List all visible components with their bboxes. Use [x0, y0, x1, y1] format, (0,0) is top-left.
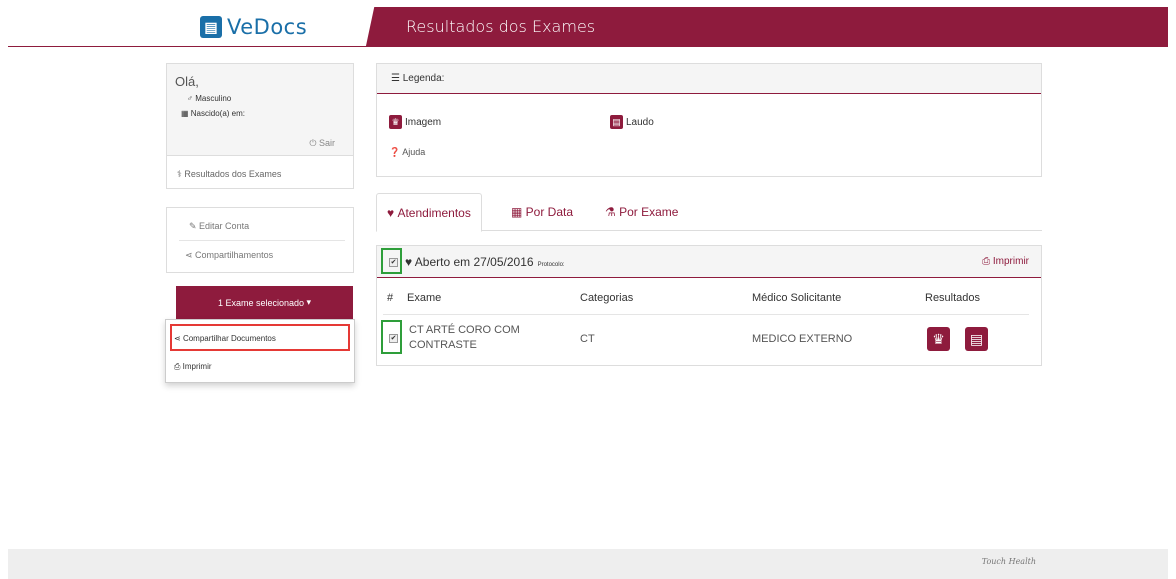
page-title: Resultados dos Exames	[406, 17, 596, 36]
selected-exams-button[interactable]: 1 Exame selecionado ▾	[176, 286, 353, 319]
shares-label: Compartilhamentos	[195, 250, 274, 260]
print-option[interactable]: ⎙ Imprimir	[174, 362, 212, 372]
account-panel: ✎ Editar Conta ⋖ Compartilhamentos	[166, 207, 354, 273]
logo-text: VeDocs	[227, 15, 308, 39]
legend-image: ♛ Imagem	[389, 115, 441, 129]
edit-account-label: Editar Conta	[199, 221, 250, 231]
report-icon: ▤	[969, 331, 984, 347]
legend-report-label: Laudo	[626, 116, 654, 128]
birth-label: ▦ Nascido(a) em:	[181, 109, 245, 118]
share-icon: ⋖	[185, 250, 196, 260]
tab-bar: ♥ Atendimentos ▦ Por Data ⚗ Por Exame	[376, 193, 1042, 232]
report-icon: ▤	[610, 115, 623, 129]
caret-down-icon: ▾	[306, 297, 312, 307]
logout-label: Sair	[318, 138, 335, 148]
heart-icon: ♥	[387, 205, 398, 220]
help-label: Ajuda	[402, 147, 426, 157]
footer: Touch Health	[8, 549, 1168, 579]
legend-image-label: Imagem	[405, 116, 442, 128]
tab-por-exame-label: Por Exame	[619, 205, 679, 219]
brand-logo: Touch Health	[981, 557, 1036, 566]
print-icon: ⎙	[174, 362, 183, 371]
heartbeat-icon: ♥	[405, 255, 415, 269]
birth-text: Nascido(a) em:	[190, 109, 246, 118]
tab-por-exame[interactable]: ⚗ Por Exame	[595, 193, 688, 231]
print-icon: ⎙	[982, 256, 993, 267]
help-icon: ❓	[389, 147, 403, 157]
results-link-label: Resultados dos Exames	[184, 169, 282, 179]
row-divider	[383, 314, 1029, 315]
exam-name-line2: CONTRASTE	[409, 339, 477, 351]
gender-text: Masculino	[195, 94, 232, 103]
crown-image-icon: ♛	[932, 331, 945, 347]
calendar-icon: ▦	[181, 109, 191, 118]
opened-date: Aberto em 27/05/2016	[414, 255, 534, 269]
crown-image-icon: ♛	[389, 115, 402, 129]
legend-title-text: Legenda:	[402, 73, 445, 84]
tab-atendimentos-label: Atendimentos	[397, 205, 471, 220]
logo[interactable]: ▤ VeDocs	[200, 15, 307, 39]
appointment-header: ✔ ♥ Aberto em 27/05/2016 Protocolo: ⎙ Imp…	[377, 246, 1041, 278]
calendar-icon: ▦	[511, 205, 526, 219]
edit-icon: ✎	[189, 221, 200, 231]
col-index: #	[387, 292, 394, 304]
logout-button[interactable]: ⏻ Sair	[309, 138, 335, 149]
app-header: ▤ VeDocs Resultados dos Exames	[8, 7, 1168, 47]
col-exam: Exame	[407, 292, 442, 304]
print-option-label: Imprimir	[182, 362, 212, 371]
appointment-opened: ♥ Aberto em 27/05/2016 Protocolo:	[405, 255, 565, 269]
greeting: Olá,	[175, 74, 199, 89]
legend-header: ☰ Legenda:	[377, 64, 1041, 94]
tab-por-data[interactable]: ▦ Por Data	[501, 193, 583, 231]
exam-name: CT ARTÉ CORO COM CONTRASTE	[409, 323, 520, 353]
gender-label: ♂ Masculino	[187, 94, 231, 103]
report-result-button[interactable]: ▤	[965, 327, 988, 351]
highlight-box-row	[381, 320, 402, 354]
user-panel: Olá, ♂ Masculino ▦ Nascido(a) em: ⏻ Sair…	[166, 63, 354, 189]
protocol-label: Protocolo:	[537, 262, 565, 268]
col-doctor: Médico Solicitante	[752, 292, 842, 304]
exam-category: CT	[580, 333, 595, 345]
shares-link[interactable]: ⋖ Compartilhamentos	[185, 250, 273, 261]
results-link[interactable]: ⚕ Resultados dos Exames	[177, 169, 281, 180]
results-panel: ✔ ♥ Aberto em 27/05/2016 Protocolo: ⎙ Imp…	[376, 245, 1042, 366]
col-results: Resultados	[925, 292, 981, 304]
legend-report: ▤ Laudo	[610, 115, 654, 129]
document-icon: ▤	[200, 16, 222, 38]
power-icon: ⏻	[309, 138, 319, 148]
divider	[179, 240, 345, 241]
col-category: Categorias	[580, 292, 634, 304]
help-link[interactable]: ❓ Ajuda	[389, 147, 425, 158]
edit-account-link[interactable]: ✎ Editar Conta	[189, 221, 249, 232]
print-link-label: Imprimir	[992, 256, 1029, 267]
highlight-box	[170, 324, 350, 351]
exam-name-line1: CT ARTÉ CORO COM	[409, 324, 520, 336]
tab-por-data-label: Por Data	[525, 205, 574, 219]
flask-icon: ⚗	[605, 205, 620, 219]
legend-title: ☰ Legenda:	[391, 73, 444, 84]
list-icon: ☰	[391, 73, 403, 84]
print-link[interactable]: ⎙ Imprimir	[982, 256, 1029, 267]
user-info: Olá, ♂ Masculino ▦ Nascido(a) em: ⏻ Sair	[167, 64, 353, 156]
selected-exams-label: 1 Exame selecionado	[217, 297, 304, 308]
male-icon: ♂	[187, 94, 196, 103]
legend-panel: ☰ Legenda: ♛ Imagem ▤ Laudo ❓ Ajuda	[376, 63, 1042, 177]
highlight-box-header	[381, 248, 402, 274]
image-result-button[interactable]: ♛	[927, 327, 950, 351]
requesting-doctor: MEDICO EXTERNO	[752, 333, 853, 345]
tab-atendimentos[interactable]: ♥ Atendimentos	[376, 193, 482, 232]
